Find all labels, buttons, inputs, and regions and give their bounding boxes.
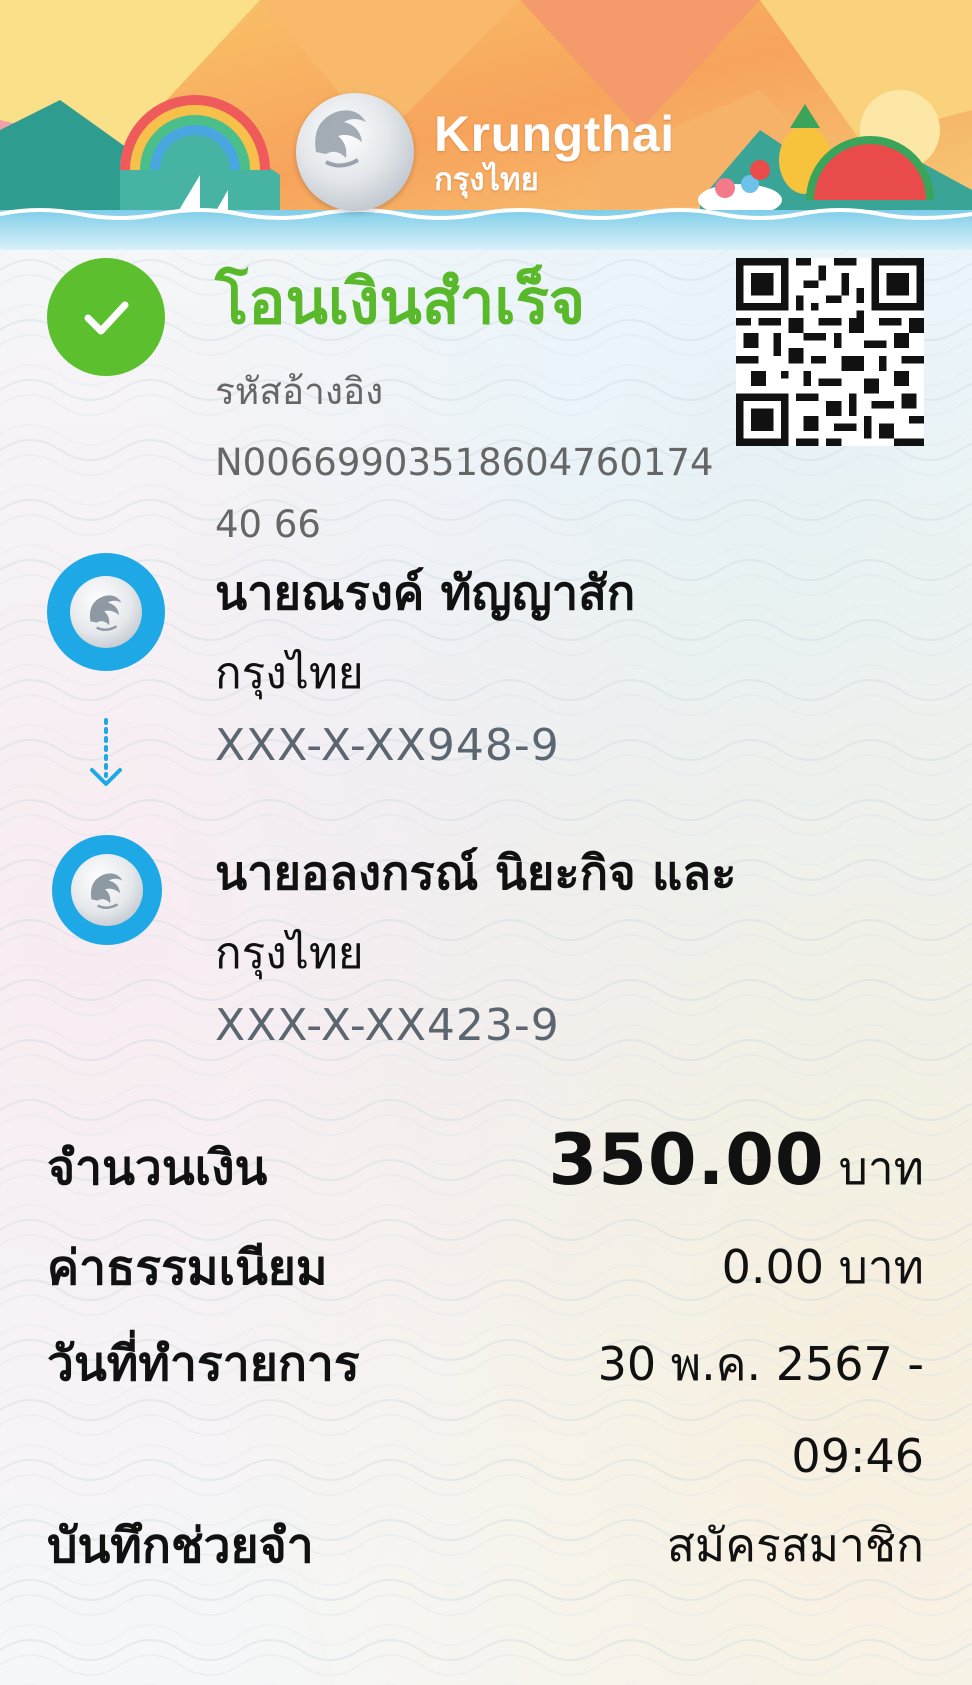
qr-code-icon[interactable] [736, 258, 924, 446]
krungthai-bird-logo-icon [296, 93, 414, 211]
transfer-slip: Krungthai กรุงไทย โอนเงินสำเร็จ รหัสอ้าง… [0, 0, 972, 1685]
brand-name-th: กรุงไทย [434, 161, 539, 198]
dotted-arrow-down-icon [90, 718, 122, 786]
amount-value: 350.00 [548, 1119, 825, 1201]
fee-label: ค่าธรรมเนียม [47, 1240, 328, 1296]
memo-label: บันทึกช่วยจำ [47, 1518, 314, 1574]
check-circle-icon [47, 258, 165, 376]
brand-name-en: Krungthai [434, 105, 675, 162]
header-banner: Krungthai กรุงไทย [0, 0, 972, 250]
memo-value: สมัครสมาชิก [666, 1518, 924, 1572]
reference-code: N0066990351860476017440 66 [215, 441, 714, 546]
date-label: วันที่ทำรายการ [47, 1336, 360, 1392]
amount-value-group: 350.00 บาท [549, 1122, 924, 1199]
receiver-name: นายอลงกรณ์ นิยะกิจ และ [215, 846, 737, 901]
sender-account: XXX-X-XX948-9 [215, 720, 560, 771]
sender-bank: กรุงไทย [215, 648, 364, 699]
amount-unit: บาท [838, 1141, 924, 1195]
sender-bank-icon [47, 553, 165, 671]
brand-lockup: Krungthai กรุงไทย [296, 92, 675, 212]
date-value: 30 พ.ค. 2567 - 09:46 [597, 1337, 924, 1483]
receiver-bank-icon [52, 835, 162, 945]
receiver-bank: กรุงไทย [215, 928, 364, 979]
fee-value: 0.00 บาท [721, 1240, 924, 1294]
krungthai-bird-logo-icon [71, 854, 143, 926]
receiver-account: XXX-X-XX423-9 [215, 1000, 560, 1051]
reference-label: รหัสอ้างอิง [215, 370, 384, 413]
amount-label: จำนวนเงิน [47, 1140, 268, 1196]
sender-name: นายณรงค์ ทัญญาสัก [215, 566, 636, 621]
status-title: โอนเงินสำเร็จ [215, 265, 586, 338]
krungthai-bird-logo-icon [70, 576, 142, 648]
